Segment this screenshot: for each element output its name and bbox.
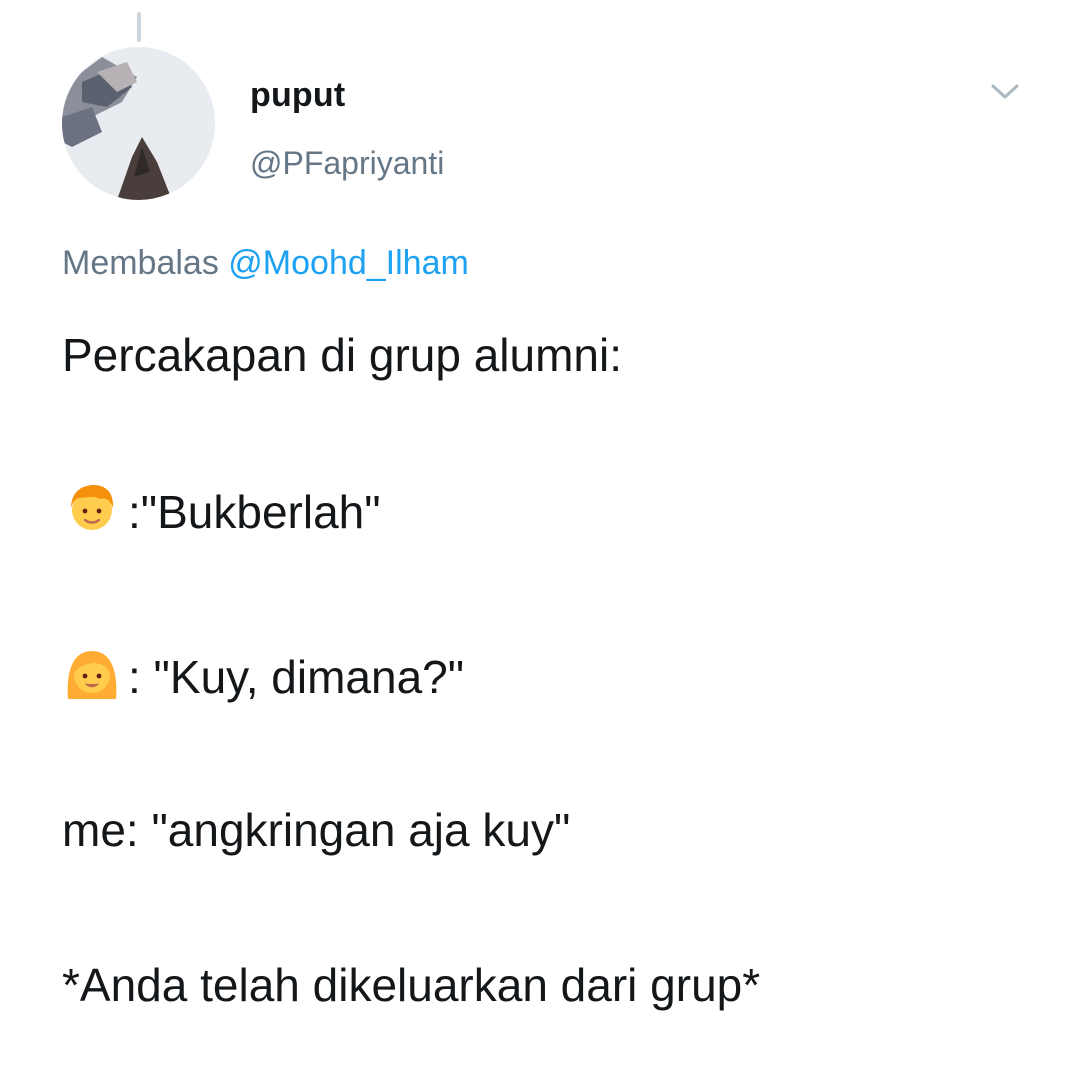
woman-emoji xyxy=(62,643,122,703)
tweet-text-line: : "Kuy, dimana?" xyxy=(62,643,464,705)
tweet-text-line: me: "angkringan aja kuy" xyxy=(62,804,571,856)
tweet-text-line: *Anda telah dikeluarkan dari grup* xyxy=(62,959,761,1011)
boy-emoji xyxy=(62,478,122,538)
tweet-text-line: Percakapan di grup alumni: xyxy=(62,329,622,381)
user-handle[interactable]: @PFapriyanti xyxy=(250,145,444,182)
avatar-photo xyxy=(62,47,215,200)
reply-thread-connector xyxy=(137,12,141,42)
avatar[interactable] xyxy=(62,47,215,200)
tweet-text-line: :"Bukberlah" xyxy=(62,478,381,540)
chevron-down-icon xyxy=(991,84,1019,99)
tweet-text-fragment: :"Bukberlah" xyxy=(128,486,381,538)
tweet-menu-button[interactable] xyxy=(985,76,1025,106)
reply-mention-link[interactable]: @Moohd_Ilham xyxy=(228,244,469,282)
reply-context: Membalas @Moohd_Ilham xyxy=(62,244,469,283)
tweet-text-fragment: : "Kuy, dimana?" xyxy=(128,651,465,703)
reply-prefix: Membalas xyxy=(62,244,219,282)
display-name[interactable]: puput xyxy=(250,76,345,115)
